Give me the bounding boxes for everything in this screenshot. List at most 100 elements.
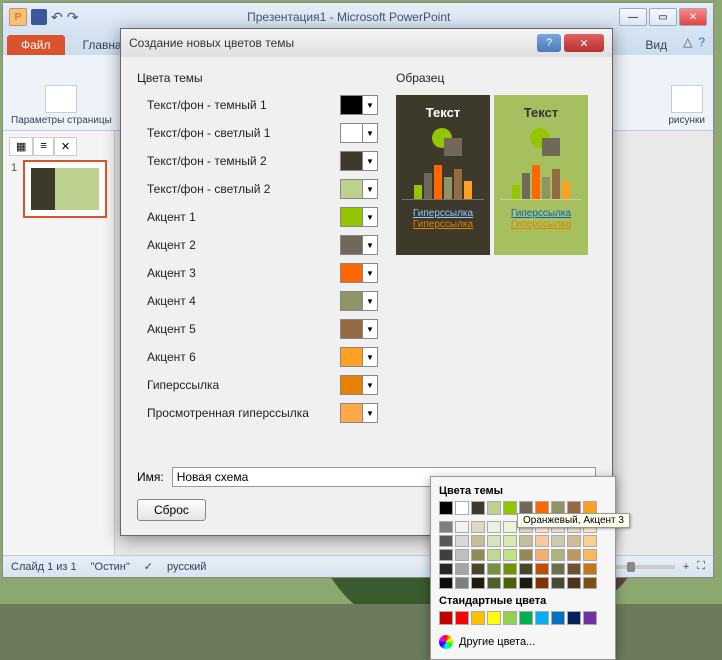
- color-dropdown[interactable]: ▼: [340, 123, 378, 143]
- color-swatch[interactable]: [471, 501, 485, 515]
- reset-button[interactable]: Сброс: [137, 499, 206, 521]
- color-swatch[interactable]: [455, 535, 469, 547]
- color-swatch[interactable]: [583, 563, 597, 575]
- more-colors-button[interactable]: Другие цвета...: [439, 631, 607, 653]
- color-dropdown[interactable]: ▼: [340, 151, 378, 171]
- color-dropdown[interactable]: ▼: [340, 319, 378, 339]
- undo-icon[interactable]: ↶: [51, 9, 63, 26]
- color-swatch[interactable]: [471, 521, 485, 533]
- color-dropdown[interactable]: ▼: [340, 263, 378, 283]
- color-swatch[interactable]: [455, 501, 469, 515]
- color-swatch[interactable]: [471, 611, 485, 625]
- color-swatch[interactable]: [519, 577, 533, 589]
- color-swatch[interactable]: [535, 549, 549, 561]
- color-swatch[interactable]: [567, 535, 581, 547]
- ribbon-minimize-icon[interactable]: △: [683, 35, 692, 55]
- dialog-close-button[interactable]: ✕: [564, 34, 604, 52]
- color-swatch[interactable]: [535, 611, 549, 625]
- color-swatch[interactable]: [567, 549, 581, 561]
- color-swatch[interactable]: [471, 549, 485, 561]
- color-swatch[interactable]: [551, 535, 565, 547]
- maximize-button[interactable]: ▭: [649, 8, 677, 26]
- tab-file[interactable]: Файл: [7, 35, 65, 55]
- color-swatch[interactable]: [439, 563, 453, 575]
- color-swatch[interactable]: [455, 521, 469, 533]
- color-swatch[interactable]: [471, 577, 485, 589]
- zoom-in-button[interactable]: +: [683, 561, 689, 573]
- color-swatch[interactable]: [551, 577, 565, 589]
- save-icon[interactable]: [31, 9, 47, 25]
- color-swatch[interactable]: [503, 549, 517, 561]
- color-swatch[interactable]: [503, 535, 517, 547]
- color-dropdown[interactable]: ▼: [340, 207, 378, 227]
- color-dropdown[interactable]: ▼: [340, 375, 378, 395]
- color-swatch[interactable]: [583, 535, 597, 547]
- color-swatch[interactable]: [439, 521, 453, 533]
- color-swatch[interactable]: [471, 563, 485, 575]
- color-dropdown[interactable]: ▼: [340, 403, 378, 423]
- color-swatch[interactable]: [487, 563, 501, 575]
- color-swatch[interactable]: [551, 611, 565, 625]
- color-swatch[interactable]: [455, 611, 469, 625]
- color-swatch[interactable]: [583, 549, 597, 561]
- color-swatch[interactable]: [535, 563, 549, 575]
- color-dropdown[interactable]: ▼: [340, 235, 378, 255]
- tab-view[interactable]: Вид: [635, 35, 677, 55]
- color-swatch[interactable]: [519, 535, 533, 547]
- color-swatch[interactable]: [567, 563, 581, 575]
- color-swatch[interactable]: [583, 577, 597, 589]
- minimize-button[interactable]: —: [619, 8, 647, 26]
- color-swatch[interactable]: [519, 611, 533, 625]
- color-swatch[interactable]: [503, 611, 517, 625]
- close-panel-icon[interactable]: ✕: [54, 137, 77, 156]
- color-swatch[interactable]: [519, 563, 533, 575]
- window-title: Презентация1 - Microsoft PowerPoint: [78, 10, 619, 24]
- preview-dark: Текст ГиперссылкаГиперссылка: [396, 95, 490, 255]
- color-dropdown[interactable]: ▼: [340, 291, 378, 311]
- color-swatch[interactable]: [471, 535, 485, 547]
- color-swatch[interactable]: [439, 501, 453, 515]
- color-swatch[interactable]: [439, 535, 453, 547]
- color-swatch[interactable]: [439, 549, 453, 561]
- color-swatch[interactable]: [583, 611, 597, 625]
- color-swatch[interactable]: [503, 521, 517, 533]
- color-swatch[interactable]: [567, 611, 581, 625]
- color-swatch[interactable]: [455, 577, 469, 589]
- color-dropdown[interactable]: ▼: [340, 179, 378, 199]
- color-swatch[interactable]: [439, 611, 453, 625]
- slide-thumbnail[interactable]: 1: [23, 160, 107, 218]
- color-swatch[interactable]: [487, 501, 501, 515]
- status-lang[interactable]: русский: [167, 561, 206, 573]
- color-tooltip: Оранжевый, Акцент 3: [517, 513, 630, 528]
- color-swatch[interactable]: [535, 577, 549, 589]
- spellcheck-icon[interactable]: ✓: [144, 560, 153, 573]
- close-button[interactable]: ✕: [679, 8, 707, 26]
- color-swatch[interactable]: [487, 549, 501, 561]
- color-swatch[interactable]: [487, 577, 501, 589]
- color-swatch[interactable]: [535, 535, 549, 547]
- color-swatch[interactable]: [455, 563, 469, 575]
- color-swatch[interactable]: [487, 611, 501, 625]
- fit-button[interactable]: ⛶: [697, 560, 705, 573]
- ribbon-drawings[interactable]: рисунки: [668, 59, 705, 126]
- color-swatch[interactable]: [487, 535, 501, 547]
- help-icon[interactable]: ?: [698, 35, 705, 55]
- color-swatch[interactable]: [551, 563, 565, 575]
- color-swatch[interactable]: [567, 577, 581, 589]
- color-swatch[interactable]: [503, 563, 517, 575]
- dialog-help-button[interactable]: ?: [537, 34, 561, 52]
- preview-box: Текст ГиперссылкаГиперссылка Текст Гипер…: [396, 95, 596, 255]
- color-swatch[interactable]: [519, 549, 533, 561]
- outline-tab-icon[interactable]: ≡: [33, 137, 53, 156]
- color-dropdown[interactable]: ▼: [340, 347, 378, 367]
- color-swatch[interactable]: [455, 549, 469, 561]
- color-swatch[interactable]: [439, 577, 453, 589]
- color-swatch[interactable]: [503, 577, 517, 589]
- color-swatch[interactable]: [503, 501, 517, 515]
- color-swatch[interactable]: [551, 549, 565, 561]
- redo-icon[interactable]: ↷: [67, 9, 79, 26]
- ribbon-page-setup[interactable]: Параметры страницы: [11, 59, 112, 126]
- slides-tab-icon[interactable]: ▦: [9, 137, 33, 156]
- color-dropdown[interactable]: ▼: [340, 95, 378, 115]
- color-swatch[interactable]: [487, 521, 501, 533]
